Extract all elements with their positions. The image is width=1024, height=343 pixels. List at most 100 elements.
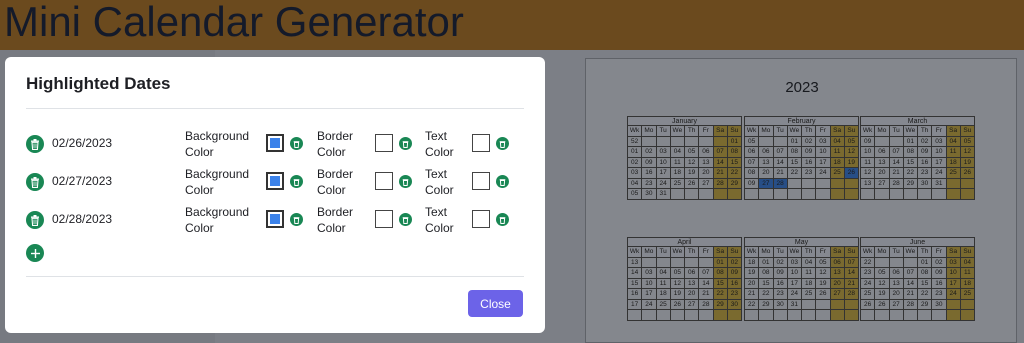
date-value: 02/28/2023 (52, 212, 113, 226)
clear-text-color-button[interactable] (496, 213, 509, 226)
day-cell: 23 (773, 289, 788, 300)
week-number-cell: 05 (745, 136, 760, 147)
text-color-picker[interactable] (472, 172, 490, 190)
day-cell: 26 (844, 168, 859, 179)
day-cell: 21 (903, 289, 918, 300)
day-cell: 10 (816, 147, 831, 158)
delete-date-button[interactable] (26, 135, 44, 153)
weekday-header: Tu (656, 247, 671, 258)
clear-background-color-button[interactable] (290, 137, 303, 150)
border-color-label: Border Color (317, 129, 354, 159)
day-cell: 04 (960, 257, 975, 268)
clear-border-color-button[interactable] (399, 175, 412, 188)
day-cell: 17 (787, 278, 802, 289)
add-date-button[interactable] (26, 244, 44, 262)
border-color-picker[interactable] (375, 172, 393, 190)
app-header: Mini Calendar Generator (0, 0, 1024, 50)
day-cell: 26 (670, 299, 685, 310)
background-color-picker[interactable] (266, 134, 284, 152)
clear-background-color-button[interactable] (290, 213, 303, 226)
week-number-cell: 25 (861, 289, 876, 300)
weekday-header: Mo (759, 247, 774, 258)
day-cell: 07 (903, 268, 918, 279)
text-color-picker[interactable] (472, 210, 490, 228)
text-color-picker[interactable] (472, 134, 490, 152)
day-cell (727, 310, 742, 321)
day-cell (875, 257, 890, 268)
month-title: April (627, 237, 742, 247)
day-cell: 11 (670, 157, 685, 168)
close-button[interactable]: Close (468, 290, 523, 317)
weekday-header: Sa (946, 247, 961, 258)
day-cell: 10 (656, 157, 671, 168)
day-cell: 12 (844, 147, 859, 158)
day-cell (844, 299, 859, 310)
delete-date-button[interactable] (26, 211, 44, 229)
week-number-cell: 22 (861, 257, 876, 268)
day-cell: 16 (802, 157, 817, 168)
weekday-header: Th (802, 126, 817, 137)
day-cell: 08 (713, 268, 728, 279)
day-cell: 19 (960, 157, 975, 168)
trash-icon (402, 140, 409, 148)
weekday-header: We (670, 126, 685, 137)
background-color-picker[interactable] (266, 210, 284, 228)
weekday-header: Tu (773, 247, 788, 258)
clear-text-color-button[interactable] (496, 175, 509, 188)
day-cell (960, 310, 975, 321)
day-cell: 07 (889, 147, 904, 158)
day-cell (875, 189, 890, 200)
clear-background-color-button[interactable] (290, 175, 303, 188)
day-cell: 03 (816, 136, 831, 147)
trash-icon (31, 176, 39, 188)
day-cell: 22 (903, 168, 918, 179)
background-color-picker[interactable] (266, 172, 284, 190)
day-cell (946, 178, 961, 189)
day-cell: 16 (918, 157, 933, 168)
day-cell (773, 310, 788, 321)
day-cell: 20 (699, 168, 714, 179)
day-cell: 19 (816, 278, 831, 289)
day-cell: 15 (787, 157, 802, 168)
border-color-picker[interactable] (375, 210, 393, 228)
trash-icon (402, 178, 409, 186)
month-grid: Wk Mo Tu We Th Fr Sa Su 09 01 02 03 04 05 10 06 07 08 09 10… (860, 126, 975, 200)
day-cell: 28 (903, 299, 918, 310)
weekday-header: Wk (745, 126, 760, 137)
day-cell (844, 178, 859, 189)
day-cell (685, 189, 700, 200)
day-cell: 11 (656, 278, 671, 289)
week-number-cell: 14 (628, 268, 643, 279)
clear-text-color-button[interactable] (496, 137, 509, 150)
week-number-cell: 06 (745, 147, 760, 158)
day-cell (685, 257, 700, 268)
clear-border-color-button[interactable] (399, 213, 412, 226)
day-cell: 11 (802, 268, 817, 279)
week-number-cell: 05 (628, 189, 643, 200)
day-cell: 15 (759, 278, 774, 289)
day-cell: 01 (713, 257, 728, 268)
clear-border-color-button[interactable] (399, 137, 412, 150)
day-cell: 14 (699, 278, 714, 289)
day-cell (670, 257, 685, 268)
day-cell (685, 136, 700, 147)
day-cell: 16 (727, 278, 742, 289)
week-number-cell: 11 (861, 157, 876, 168)
day-cell: 12 (685, 157, 700, 168)
day-cell (727, 189, 742, 200)
border-color-picker[interactable] (375, 134, 393, 152)
day-cell (844, 189, 859, 200)
day-cell (656, 257, 671, 268)
day-cell: 26 (685, 178, 700, 189)
swatch-fill (270, 176, 280, 186)
weekday-header: Wk (861, 126, 876, 137)
month-june: June Wk Mo Tu We Th Fr Sa Su 22 01 02 03 04 23 05 06 07 08… (860, 237, 975, 321)
day-cell (759, 310, 774, 321)
day-cell: 19 (875, 289, 890, 300)
day-cell: 13 (759, 157, 774, 168)
day-cell: 04 (946, 136, 961, 147)
day-cell: 11 (960, 268, 975, 279)
day-cell: 28 (773, 178, 788, 189)
delete-date-button[interactable] (26, 173, 44, 191)
day-cell: 03 (787, 257, 802, 268)
